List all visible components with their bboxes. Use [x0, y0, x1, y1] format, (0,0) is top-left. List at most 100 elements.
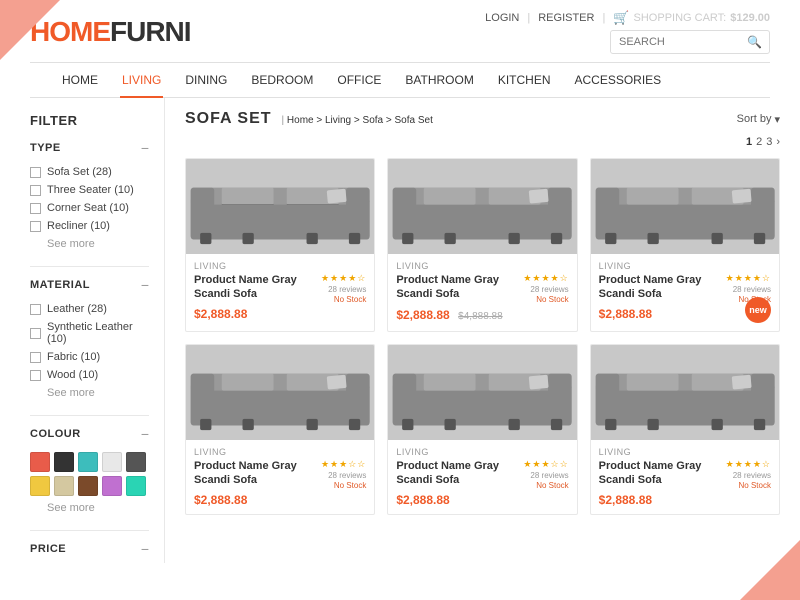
swatch-brown[interactable] — [78, 476, 98, 496]
product-area: SOFA SET | Home > Living > Sofa > Sofa S… — [165, 98, 800, 563]
filter-colour-see-more[interactable]: See more — [47, 502, 149, 514]
page-1[interactable]: 1 — [746, 136, 752, 148]
page-3[interactable]: 3 — [766, 136, 772, 148]
nav-kitchen[interactable]: KITCHEN — [496, 63, 553, 97]
product-price-2: $2,888.88 — [396, 308, 449, 322]
pagination: 1 2 3 › — [185, 136, 780, 148]
nav-living[interactable]: LIVING — [120, 63, 163, 97]
filter-type: TYPE − Sofa Set (28) Three Seater (10) C… — [30, 140, 149, 250]
nav-accessories[interactable]: ACCESSORIES — [573, 63, 664, 97]
product-name-2: Product Name GrayScandi Sofa — [396, 273, 499, 302]
swatch-mint[interactable] — [126, 476, 146, 496]
header-top: HOMEFURNI LOGIN | REGISTER | 🛒 SHOPPING … — [30, 10, 770, 54]
product-main-title: SOFA SET — [185, 110, 272, 128]
product-price-old-2: $4,888.88 — [458, 311, 503, 322]
product-reviews-4: 28 reviews — [328, 471, 366, 480]
product-category-1: LIVING — [194, 261, 366, 271]
page-2[interactable]: 2 — [756, 136, 762, 148]
product-name-4: Product Name GrayScandi Sofa — [194, 459, 297, 488]
product-stars-1: ★★★★☆ — [321, 273, 366, 284]
product-stars-6: ★★★★☆ — [726, 459, 771, 470]
nav-bedroom[interactable]: BEDROOM — [249, 63, 315, 97]
nav-bathroom[interactable]: BATHROOM — [403, 63, 475, 97]
filter-material-collapse[interactable]: − — [141, 277, 149, 293]
filter-type-sofa-set[interactable]: Sofa Set (28) — [30, 166, 149, 178]
main-nav: HOME LIVING DINING BEDROOM OFFICE BATHRO… — [30, 62, 770, 98]
swatch-teal[interactable] — [78, 452, 98, 472]
product-image-2 — [388, 159, 576, 254]
product-name-6: Product Name GrayScandi Sofa — [599, 459, 702, 488]
search-button[interactable]: 🔍 — [741, 31, 768, 53]
product-stock-6: No Stock — [739, 481, 771, 490]
product-info-5: LIVING Product Name GrayScandi Sofa ★★★☆… — [388, 440, 576, 514]
product-name-5: Product Name GrayScandi Sofa — [396, 459, 499, 488]
filter-material-fabric[interactable]: Fabric (10) — [30, 351, 149, 363]
page-wrapper: HOMEFURNI LOGIN | REGISTER | 🛒 SHOPPING … — [0, 0, 800, 600]
cart-link[interactable]: 🛒 SHOPPING CART: $129.00 — [613, 10, 770, 26]
product-info-4: LIVING Product Name GrayScandi Sofa ★★★☆… — [186, 440, 374, 514]
product-image-6 — [591, 345, 779, 440]
swatch-beige[interactable] — [54, 476, 74, 496]
swatch-white[interactable] — [102, 452, 122, 472]
product-price-6: $2,888.88 — [599, 493, 771, 507]
filter-title: FILTER — [30, 113, 149, 128]
new-badge-3: new — [745, 297, 771, 323]
sidebar: FILTER TYPE − Sofa Set (28) Three Seater… — [0, 98, 165, 563]
checkbox-sofa-set[interactable] — [30, 167, 41, 178]
cart-icon: 🛒 — [613, 10, 629, 26]
nav-office[interactable]: OFFICE — [335, 63, 383, 97]
product-stock-1: No Stock — [334, 295, 366, 304]
page-next[interactable]: › — [776, 136, 780, 148]
filter-colour-collapse[interactable]: − — [141, 426, 149, 442]
nav-home[interactable]: HOME — [60, 63, 100, 97]
filter-type-collapse[interactable]: − — [141, 140, 149, 156]
filter-price-collapse[interactable]: − — [141, 541, 149, 557]
sort-by-button[interactable]: Sort by ▾ — [737, 113, 780, 126]
filter-price: PRICE − — [30, 541, 149, 557]
product-stars-5: ★★★☆☆ — [523, 459, 568, 470]
product-price-4: $2,888.88 — [194, 493, 366, 507]
product-card-1[interactable]: LIVING Product Name GrayScandi Sofa ★★★★… — [185, 158, 375, 332]
filter-type-recliner[interactable]: Recliner (10) — [30, 220, 149, 232]
nav-dining[interactable]: DINING — [183, 63, 229, 97]
checkbox-corner-seat[interactable] — [30, 203, 41, 214]
product-stars-4: ★★★☆☆ — [321, 459, 366, 470]
swatch-yellow[interactable] — [30, 476, 50, 496]
product-image-4 — [186, 345, 374, 440]
product-card-6[interactable]: LIVING Product Name GrayScandi Sofa ★★★★… — [590, 344, 780, 515]
swatch-black[interactable] — [54, 452, 74, 472]
product-category-6: LIVING — [599, 447, 771, 457]
swatch-red[interactable] — [30, 452, 50, 472]
product-stock-5: No Stock — [536, 481, 568, 490]
product-card-3[interactable]: LIVING Product Name GrayScandi Sofa ★★★★… — [590, 158, 780, 332]
product-card-5[interactable]: LIVING Product Name GrayScandi Sofa ★★★☆… — [387, 344, 577, 515]
checkbox-three-seater[interactable] — [30, 185, 41, 196]
product-info-6: LIVING Product Name GrayScandi Sofa ★★★★… — [591, 440, 779, 514]
swatch-purple[interactable] — [102, 476, 122, 496]
filter-material-see-more[interactable]: See more — [47, 387, 149, 399]
product-card-4[interactable]: LIVING Product Name GrayScandi Sofa ★★★☆… — [185, 344, 375, 515]
filter-price-title: PRICE — [30, 543, 66, 555]
corner-decoration-br — [740, 540, 800, 600]
search-input[interactable] — [611, 32, 741, 52]
header-links: LOGIN | REGISTER | 🛒 SHOPPING CART: $129… — [485, 10, 770, 26]
product-reviews-6: 28 reviews — [733, 471, 771, 480]
filter-type-three-seater[interactable]: Three Seater (10) — [30, 184, 149, 196]
checkbox-recliner[interactable] — [30, 221, 41, 232]
filter-type-see-more[interactable]: See more — [47, 238, 149, 250]
product-stars-3: ★★★★☆ — [726, 273, 771, 284]
cart-price: $129.00 — [730, 12, 770, 24]
register-link[interactable]: REGISTER — [538, 12, 594, 24]
product-reviews-2: 28 reviews — [530, 285, 568, 294]
product-reviews-1: 28 reviews — [328, 285, 366, 294]
corner-decoration-tl — [0, 0, 60, 60]
color-swatches — [30, 452, 149, 496]
filter-material-wood[interactable]: Wood (10) — [30, 369, 149, 381]
swatch-dark-gray[interactable] — [126, 452, 146, 472]
filter-type-corner-seat[interactable]: Corner Seat (10) — [30, 202, 149, 214]
login-link[interactable]: LOGIN — [485, 12, 519, 24]
filter-material: MATERIAL − Leather (28) Synthetic Leathe… — [30, 277, 149, 399]
filter-material-synthetic[interactable]: Synthetic Leather (10) — [30, 321, 149, 345]
filter-material-leather[interactable]: Leather (28) — [30, 303, 149, 315]
product-card-2[interactable]: LIVING Product Name GrayScandi Sofa ★★★★… — [387, 158, 577, 332]
